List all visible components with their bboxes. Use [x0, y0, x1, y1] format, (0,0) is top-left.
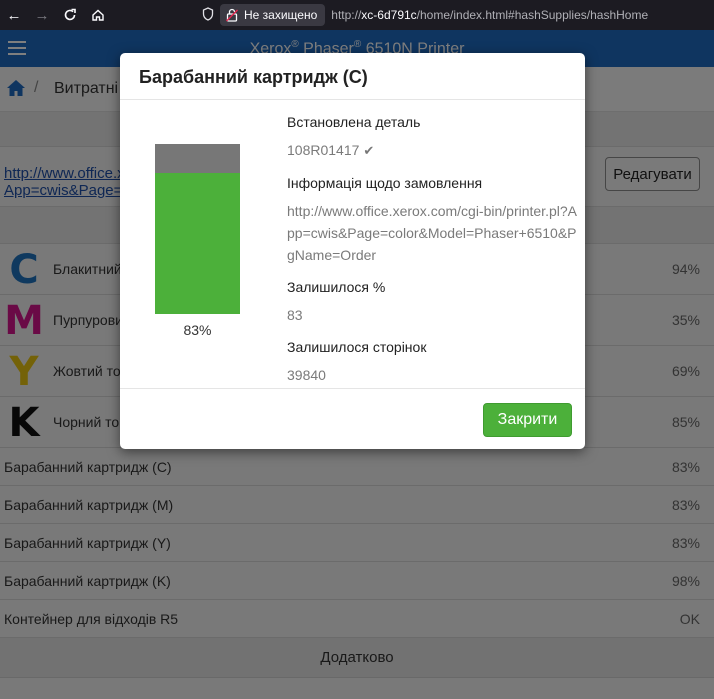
arrow-left-icon: ← [6, 6, 22, 24]
dialog-header: Барабанний картридж (C) [120, 53, 585, 100]
order-info-label: Інформація щодо замовлення [287, 175, 483, 191]
remaining-pages-value: 39840 [287, 367, 326, 383]
reload-button[interactable] [56, 0, 84, 30]
drum-detail-dialog: Барабанний картридж (C) 83% Встановлена … [120, 53, 585, 449]
home-button[interactable] [84, 0, 112, 30]
house-icon [92, 9, 104, 21]
remaining-pages-label: Залишилося сторінок [287, 339, 427, 355]
shield-icon[interactable] [202, 6, 220, 24]
checkmark-icon: ✔ [363, 143, 375, 158]
security-indicator[interactable]: Не захищено [220, 4, 326, 26]
url-text: http://xc-6d791c/home/index.html#hashSup… [331, 8, 648, 22]
remaining-percent-label: Залишилося % [287, 279, 386, 295]
unlocked-lock-icon [226, 8, 240, 22]
security-label: Не захищено [244, 8, 318, 22]
dialog-body: 83% Встановлена деталь 108R01417 ✔ Інформ… [120, 100, 585, 389]
installed-part-label: Встановлена деталь [287, 114, 421, 130]
part-number: 108R01417 [287, 142, 360, 158]
back-button[interactable]: ← [0, 0, 28, 30]
drum-info: Встановлена деталь 108R01417 ✔ Інформація… [287, 114, 577, 399]
dialog-footer: Закрити [120, 389, 585, 449]
url-host: xc-6d791c [361, 8, 417, 22]
address-bar[interactable]: Не захищено http://xc-6d791c/home/index.… [196, 3, 714, 27]
installed-part-value: 108R01417 ✔ [287, 139, 577, 162]
page: Xerox® Phaser® 6510N Printer / Витратні … [0, 30, 714, 699]
forward-button[interactable]: → [28, 0, 56, 30]
browser-toolbar: ← → Не захищено http://xc-6d791c/home/in… [0, 0, 714, 30]
close-button[interactable]: Закрити [483, 403, 572, 437]
drum-level-gauge [155, 144, 240, 314]
order-info-value: http://www.office.xerox.com/cgi-bin/prin… [287, 203, 577, 263]
reload-icon [64, 8, 76, 21]
drum-level-fill [155, 172, 240, 314]
url-prefix: http:// [331, 8, 362, 22]
dialog-title: Барабанний картридж (C) [139, 67, 368, 87]
drum-level-label: 83% [183, 322, 212, 338]
url-path: /home/index.html#hashSupplies/hashHome [416, 8, 649, 22]
arrow-right-icon: → [34, 6, 50, 24]
remaining-percent-value: 83 [287, 307, 303, 323]
